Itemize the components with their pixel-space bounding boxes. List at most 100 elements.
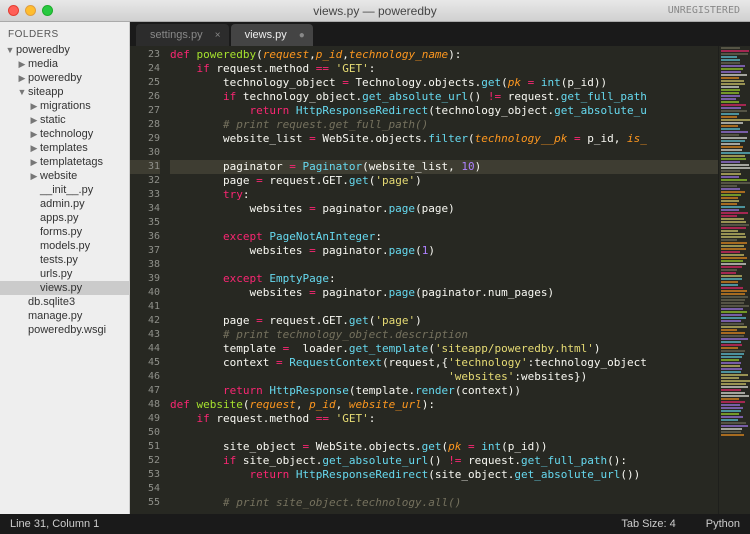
status-position[interactable]: Line 31, Column 1 <box>10 518 99 530</box>
line-number[interactable]: 31 <box>130 160 160 174</box>
line-number[interactable]: 30 <box>130 146 160 160</box>
line-number[interactable]: 37 <box>130 244 160 258</box>
minimap[interactable] <box>718 46 750 514</box>
line-number[interactable]: 48 <box>130 398 160 412</box>
folder-item[interactable]: ▶migrations <box>0 99 129 113</box>
line-number[interactable]: 25 <box>130 76 160 90</box>
code-line[interactable]: if technology_object.get_absolute_url() … <box>170 90 718 104</box>
code-line[interactable]: return HttpResponseRedirect(technology_o… <box>170 104 718 118</box>
chevron-right-icon[interactable]: ▶ <box>28 157 40 168</box>
code-line[interactable]: def poweredby(request,p_id,technology_na… <box>170 48 718 62</box>
code-line[interactable]: try: <box>170 188 718 202</box>
line-number[interactable]: 26 <box>130 90 160 104</box>
line-number[interactable]: 39 <box>130 272 160 286</box>
code-line[interactable]: context = RequestContext(request,{'techn… <box>170 356 718 370</box>
code-line[interactable]: paginator = Paginator(website_list, 10) <box>170 160 718 174</box>
line-number[interactable]: 54 <box>130 482 160 496</box>
line-number[interactable]: 32 <box>130 174 160 188</box>
file-item[interactable]: poweredby.wsgi <box>0 323 129 337</box>
line-number[interactable]: 45 <box>130 356 160 370</box>
code-view[interactable]: def poweredby(request,p_id,technology_na… <box>166 46 718 514</box>
sidebar[interactable]: FOLDERS ▼poweredby▶media▶poweredby▼sitea… <box>0 22 130 514</box>
line-number[interactable]: 41 <box>130 300 160 314</box>
line-number[interactable]: 27 <box>130 104 160 118</box>
line-number[interactable]: 52 <box>130 454 160 468</box>
folder-item[interactable]: ▶technology <box>0 127 129 141</box>
file-item[interactable]: views.py <box>0 281 129 295</box>
editor-tab[interactable]: views.py● <box>231 24 313 46</box>
code-line[interactable]: websites = paginator.page(1) <box>170 244 718 258</box>
code-line[interactable]: return HttpResponseRedirect(site_object.… <box>170 468 718 482</box>
line-number[interactable]: 36 <box>130 230 160 244</box>
file-item[interactable]: apps.py <box>0 211 129 225</box>
chevron-right-icon[interactable]: ▶ <box>28 171 40 182</box>
code-line[interactable]: websites = paginator.page(page) <box>170 202 718 216</box>
code-line[interactable]: if site_object.get_absolute_url() != req… <box>170 454 718 468</box>
file-item[interactable]: forms.py <box>0 225 129 239</box>
file-item[interactable]: models.py <box>0 239 129 253</box>
status-syntax[interactable]: Python <box>706 518 740 530</box>
minimize-window-icon[interactable] <box>25 5 36 16</box>
chevron-down-icon[interactable]: ▼ <box>16 87 28 97</box>
line-number[interactable]: 29 <box>130 132 160 146</box>
folder-item[interactable]: ▶templates <box>0 141 129 155</box>
folder-item[interactable]: ▶media <box>0 57 129 71</box>
line-number[interactable]: 46 <box>130 370 160 384</box>
code-line[interactable]: return HttpResponse(template.render(cont… <box>170 384 718 398</box>
line-number[interactable]: 35 <box>130 216 160 230</box>
line-number[interactable]: 49 <box>130 412 160 426</box>
chevron-right-icon[interactable]: ▶ <box>16 59 28 70</box>
dirty-indicator-icon[interactable]: ● <box>299 30 305 41</box>
code-line[interactable] <box>170 300 718 314</box>
folder-item[interactable]: ▶static <box>0 113 129 127</box>
folder-item[interactable]: ▶website <box>0 169 129 183</box>
line-number[interactable]: 42 <box>130 314 160 328</box>
code-line[interactable]: website_list = WebSite.objects.filter(te… <box>170 132 718 146</box>
close-tab-icon[interactable]: × <box>215 30 221 41</box>
chevron-right-icon[interactable]: ▶ <box>28 115 40 126</box>
line-number[interactable]: 43 <box>130 328 160 342</box>
code-line[interactable]: page = request.GET.get('page') <box>170 174 718 188</box>
code-line[interactable]: if request.method == 'GET': <box>170 62 718 76</box>
line-number[interactable]: 23 <box>130 48 160 62</box>
folder-item[interactable]: ▼poweredby <box>0 43 129 57</box>
code-line[interactable] <box>170 258 718 272</box>
code-line[interactable]: except PageNotAnInteger: <box>170 230 718 244</box>
file-item[interactable]: __init__.py <box>0 183 129 197</box>
line-number[interactable]: 47 <box>130 384 160 398</box>
folder-item[interactable]: ▼siteapp <box>0 85 129 99</box>
line-number[interactable]: 51 <box>130 440 160 454</box>
chevron-right-icon[interactable]: ▶ <box>16 73 28 84</box>
code-line[interactable]: except EmptyPage: <box>170 272 718 286</box>
code-line[interactable]: template = loader.get_template('siteapp/… <box>170 342 718 356</box>
code-line[interactable] <box>170 146 718 160</box>
code-line[interactable] <box>170 482 718 496</box>
file-item[interactable]: manage.py <box>0 309 129 323</box>
line-number[interactable]: 55 <box>130 496 160 510</box>
code-line[interactable] <box>170 426 718 440</box>
line-number[interactable]: 44 <box>130 342 160 356</box>
code-line[interactable]: if request.method == 'GET': <box>170 412 718 426</box>
chevron-right-icon[interactable]: ▶ <box>28 129 40 140</box>
editor-tab[interactable]: settings.py× <box>136 24 229 46</box>
chevron-right-icon[interactable]: ▶ <box>28 101 40 112</box>
status-tab-size[interactable]: Tab Size: 4 <box>621 518 675 530</box>
code-line[interactable]: 'websites':websites}) <box>170 370 718 384</box>
code-line[interactable] <box>170 216 718 230</box>
line-number[interactable]: 53 <box>130 468 160 482</box>
line-number[interactable]: 28 <box>130 118 160 132</box>
close-window-icon[interactable] <box>8 5 19 16</box>
code-line[interactable]: technology_object = Technology.objects.g… <box>170 76 718 90</box>
line-number[interactable]: 38 <box>130 258 160 272</box>
line-gutter[interactable]: 2324252627282930313233343536373839404142… <box>130 46 166 514</box>
line-number[interactable]: 33 <box>130 188 160 202</box>
file-item[interactable]: urls.py <box>0 267 129 281</box>
folder-item[interactable]: ▶poweredby <box>0 71 129 85</box>
zoom-window-icon[interactable] <box>42 5 53 16</box>
code-line[interactable]: # print technology_object.description <box>170 328 718 342</box>
code-line[interactable]: def website(request, p_id, website_url): <box>170 398 718 412</box>
line-number[interactable]: 50 <box>130 426 160 440</box>
chevron-down-icon[interactable]: ▼ <box>4 45 16 55</box>
code-line[interactable]: # print request.get_full_path() <box>170 118 718 132</box>
file-item[interactable]: admin.py <box>0 197 129 211</box>
